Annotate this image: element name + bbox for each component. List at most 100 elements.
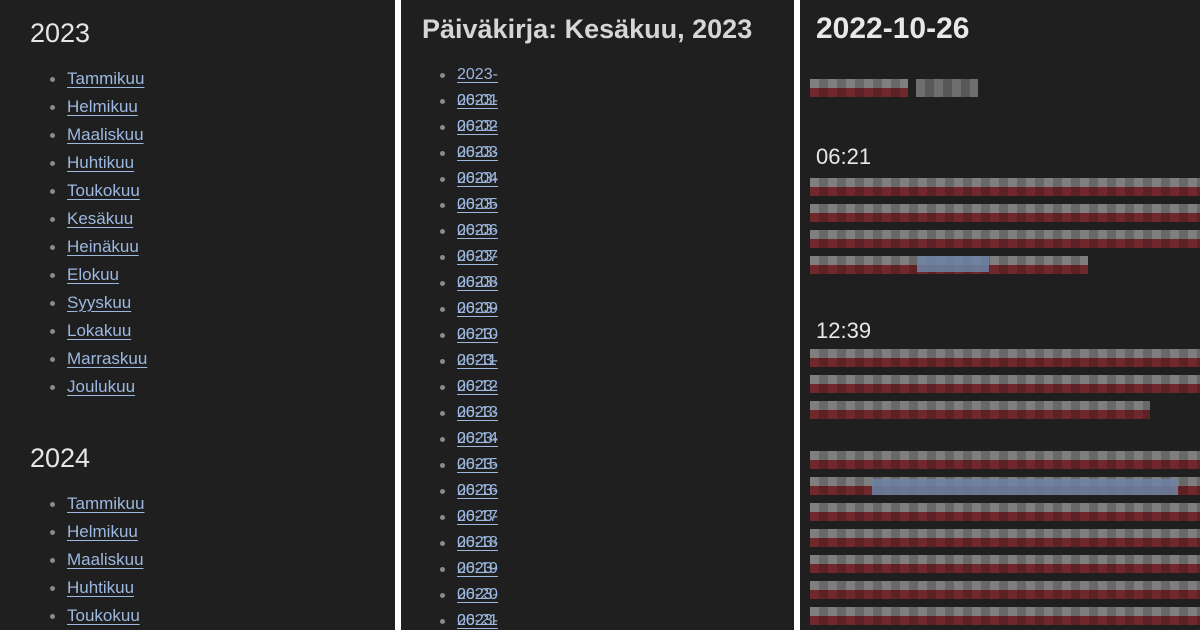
year-section-2024: 2024 Tammikuu Helmikuu Maaliskuu Huhtiku…	[30, 443, 144, 630]
month-link[interactable]: Toukokuu	[67, 602, 140, 630]
list-item: Kesäkuu	[50, 205, 133, 233]
redacted-text	[810, 555, 1200, 573]
list-item: Maaliskuu	[50, 546, 144, 574]
year-heading: 2023	[30, 18, 91, 48]
bullet-icon	[440, 99, 445, 104]
month-link[interactable]: Heinäkuu	[67, 233, 139, 261]
bullet-icon	[440, 203, 445, 208]
bullet-icon	[440, 411, 445, 416]
list-item: Toukokuu	[50, 602, 140, 630]
bullet-icon	[50, 357, 55, 362]
list-item: Lokakuu	[50, 317, 131, 345]
bullet-icon	[440, 229, 445, 234]
year-index-panel: 2023 Tammikuu Helmikuu Maaliskuu Huhtiku…	[0, 0, 395, 630]
redacted-text	[810, 529, 1200, 547]
redacted-text	[810, 79, 908, 97]
redacted-text	[810, 607, 1200, 625]
list-item: Huhtikuu	[50, 574, 134, 602]
list-item: Tammikuu	[50, 490, 144, 518]
list-item: Toukokuu	[50, 177, 140, 205]
bullet-icon	[50, 329, 55, 334]
month-link[interactable]: Huhtikuu	[67, 574, 134, 602]
list-item: Helmikuu	[50, 518, 138, 546]
bullet-icon	[440, 541, 445, 546]
bullet-icon	[440, 463, 445, 468]
bullet-icon	[440, 333, 445, 338]
list-item: Elokuu	[50, 261, 119, 289]
list-item: Helmikuu	[50, 93, 138, 121]
bullet-icon	[50, 614, 55, 619]
bullet-icon	[50, 245, 55, 250]
bullet-icon	[440, 567, 445, 572]
bullet-icon	[50, 502, 55, 507]
bullet-icon	[440, 255, 445, 260]
redacted-text	[810, 204, 1200, 222]
bullet-icon	[50, 385, 55, 390]
month-link[interactable]: Huhtikuu	[67, 149, 134, 177]
bullet-icon	[440, 619, 445, 624]
time-heading: 12:39	[816, 318, 872, 343]
month-link[interactable]: Joulukuu	[67, 373, 135, 401]
month-link[interactable]: Maaliskuu	[67, 121, 144, 149]
bullet-icon	[440, 125, 445, 130]
month-link[interactable]: Helmikuu	[67, 93, 138, 121]
list-item: Syyskuu	[50, 289, 131, 317]
month-link[interactable]: Kesäkuu	[67, 205, 133, 233]
time-heading: 06:21	[816, 144, 872, 169]
bullet-icon	[440, 515, 445, 520]
bullet-icon	[50, 105, 55, 110]
month-link[interactable]: Toukokuu	[67, 177, 140, 205]
year-section-2023: 2023 Tammikuu Helmikuu Maaliskuu Huhtiku…	[30, 18, 147, 401]
bullet-icon	[50, 189, 55, 194]
redacted-text	[810, 503, 1200, 521]
month-link[interactable]: Helmikuu	[67, 518, 138, 546]
month-link[interactable]: Maaliskuu	[67, 546, 144, 574]
list-item: Marraskuu	[50, 345, 147, 373]
redacted-link	[917, 256, 989, 272]
month-link[interactable]: Syyskuu	[67, 289, 131, 317]
redacted-text	[810, 230, 1200, 248]
bullet-icon	[440, 437, 445, 442]
list-item: Heinäkuu	[50, 233, 139, 261]
year-heading: 2024	[30, 443, 91, 473]
redacted-text	[916, 79, 978, 97]
redacted-text	[810, 375, 1200, 393]
bullet-icon	[50, 273, 55, 278]
entry-date: 2022-10-26	[816, 12, 970, 45]
month-link[interactable]: Tammikuu	[67, 65, 144, 93]
redacted-text	[810, 451, 1200, 469]
month-link[interactable]: Elokuu	[67, 261, 119, 289]
month-link[interactable]: Tammikuu	[67, 490, 144, 518]
bullet-icon	[50, 133, 55, 138]
day-link[interactable]: 2023-06-22	[457, 608, 498, 630]
list-item: Joulukuu	[50, 373, 135, 401]
redacted-text	[810, 581, 1200, 599]
diary-entry-panel: 2022-10-26 06:21 12:39	[800, 0, 1200, 630]
bullet-icon	[50, 161, 55, 166]
bullet-icon	[50, 530, 55, 535]
bullet-icon	[50, 77, 55, 82]
redacted-link	[872, 479, 1178, 495]
bullet-icon	[440, 73, 445, 78]
list-item: Maaliskuu	[50, 121, 144, 149]
month-link[interactable]: Marraskuu	[67, 345, 147, 373]
bullet-icon	[440, 593, 445, 598]
bullet-icon	[440, 177, 445, 182]
bullet-icon	[440, 385, 445, 390]
redacted-text	[810, 178, 1200, 196]
redacted-text	[810, 349, 1200, 367]
bullet-icon	[440, 151, 445, 156]
list-item: Tammikuu	[50, 65, 144, 93]
month-list: Tammikuu Helmikuu Maaliskuu Huhtikuu Tou…	[50, 65, 147, 401]
bullet-icon	[50, 301, 55, 306]
month-list: Tammikuu Helmikuu Maaliskuu Huhtikuu Tou…	[50, 490, 144, 630]
bullet-icon	[50, 217, 55, 222]
list-item: Huhtikuu	[50, 149, 134, 177]
bullet-icon	[440, 307, 445, 312]
bullet-icon	[440, 489, 445, 494]
diary-title: Päiväkirja: Kesäkuu, 2023	[422, 14, 753, 44]
bullet-icon	[50, 558, 55, 563]
redacted-text	[810, 401, 1150, 419]
month-link[interactable]: Lokakuu	[67, 317, 131, 345]
bullet-icon	[440, 281, 445, 286]
